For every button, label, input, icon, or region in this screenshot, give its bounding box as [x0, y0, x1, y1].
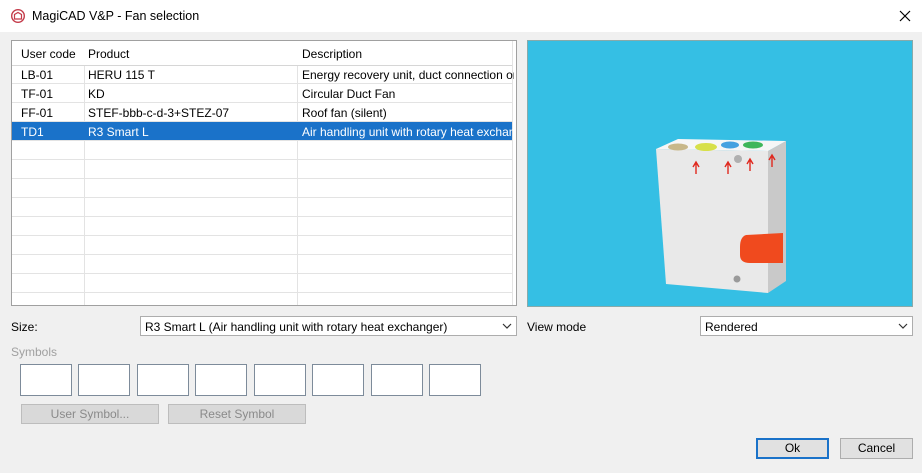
reset-symbol-button[interactable]: Reset Symbol [168, 404, 306, 424]
3d-preview-viewport[interactable] [527, 40, 913, 307]
cell-description: Circular Duct Fan [302, 87, 396, 101]
empty-row [12, 179, 512, 198]
symbol-slot[interactable] [371, 364, 423, 396]
header-description[interactable]: Description [302, 47, 514, 61]
table-row[interactable]: TF-01 KD Circular Duct Fan [12, 84, 512, 103]
empty-row [12, 198, 512, 217]
ok-button[interactable]: Ok [756, 438, 829, 459]
cell-product: R3 Smart L [88, 125, 149, 139]
table-row[interactable]: LB-01 HERU 115 T Energy recovery unit, d… [12, 65, 514, 84]
table-header: User code Product Description [12, 41, 512, 66]
symbol-slot[interactable] [429, 364, 481, 396]
size-value: R3 Smart L (Air handling unit with rotar… [145, 320, 448, 334]
symbol-slot[interactable] [78, 364, 130, 396]
empty-row [12, 217, 512, 236]
cell-product: STEF-bbb-c-d-3+STEZ-07 [88, 106, 230, 120]
symbol-slot[interactable] [254, 364, 306, 396]
close-icon[interactable] [896, 7, 914, 25]
view-mode-value: Rendered [705, 320, 758, 334]
magicad-app-icon [11, 9, 25, 23]
fan-table: User code Product Description LB-01 HERU… [11, 40, 517, 306]
chevron-down-icon [898, 323, 908, 329]
cell-product: HERU 115 T [88, 68, 155, 82]
header-product[interactable]: Product [88, 47, 292, 61]
cancel-button[interactable]: Cancel [840, 438, 913, 459]
symbol-slot[interactable] [312, 364, 364, 396]
cell-user-code: TF-01 [21, 87, 54, 101]
header-user-code[interactable]: User code [21, 47, 85, 61]
empty-row [12, 236, 512, 255]
empty-row [12, 255, 512, 274]
empty-row [12, 141, 512, 160]
chevron-down-icon [502, 323, 512, 329]
size-dropdown[interactable]: R3 Smart L (Air handling unit with rotar… [140, 316, 517, 336]
table-row[interactable]: FF-01 STEF-bbb-c-d-3+STEZ-07 Roof fan (s… [12, 103, 512, 122]
empty-row [12, 160, 512, 179]
symbol-slot[interactable] [137, 364, 189, 396]
size-label: Size: [11, 320, 38, 334]
user-symbol-button[interactable]: User Symbol... [21, 404, 159, 424]
cell-user-code: LB-01 [21, 68, 54, 82]
symbol-slot[interactable] [20, 364, 72, 396]
title-bar: MagiCAD V&P - Fan selection [0, 0, 922, 32]
cell-description: Air handling unit with rotary heat excha… [302, 125, 514, 139]
symbol-slot[interactable] [195, 364, 247, 396]
window-title: MagiCAD V&P - Fan selection [32, 9, 200, 23]
cell-description: Roof fan (silent) [302, 106, 387, 120]
cell-user-code: FF-01 [21, 106, 54, 120]
symbols-label: Symbols [11, 345, 58, 359]
view-mode-dropdown[interactable]: Rendered [700, 316, 913, 336]
empty-row [12, 274, 512, 293]
cell-description: Energy recovery unit, duct connection on… [302, 68, 514, 82]
table-row-selected[interactable]: TD1 R3 Smart L Air handling unit with ro… [12, 122, 514, 141]
cell-product: KD [88, 87, 105, 101]
cell-user-code: TD1 [21, 125, 44, 139]
air-handling-unit-model [656, 139, 786, 293]
view-mode-label: View mode [527, 320, 587, 334]
